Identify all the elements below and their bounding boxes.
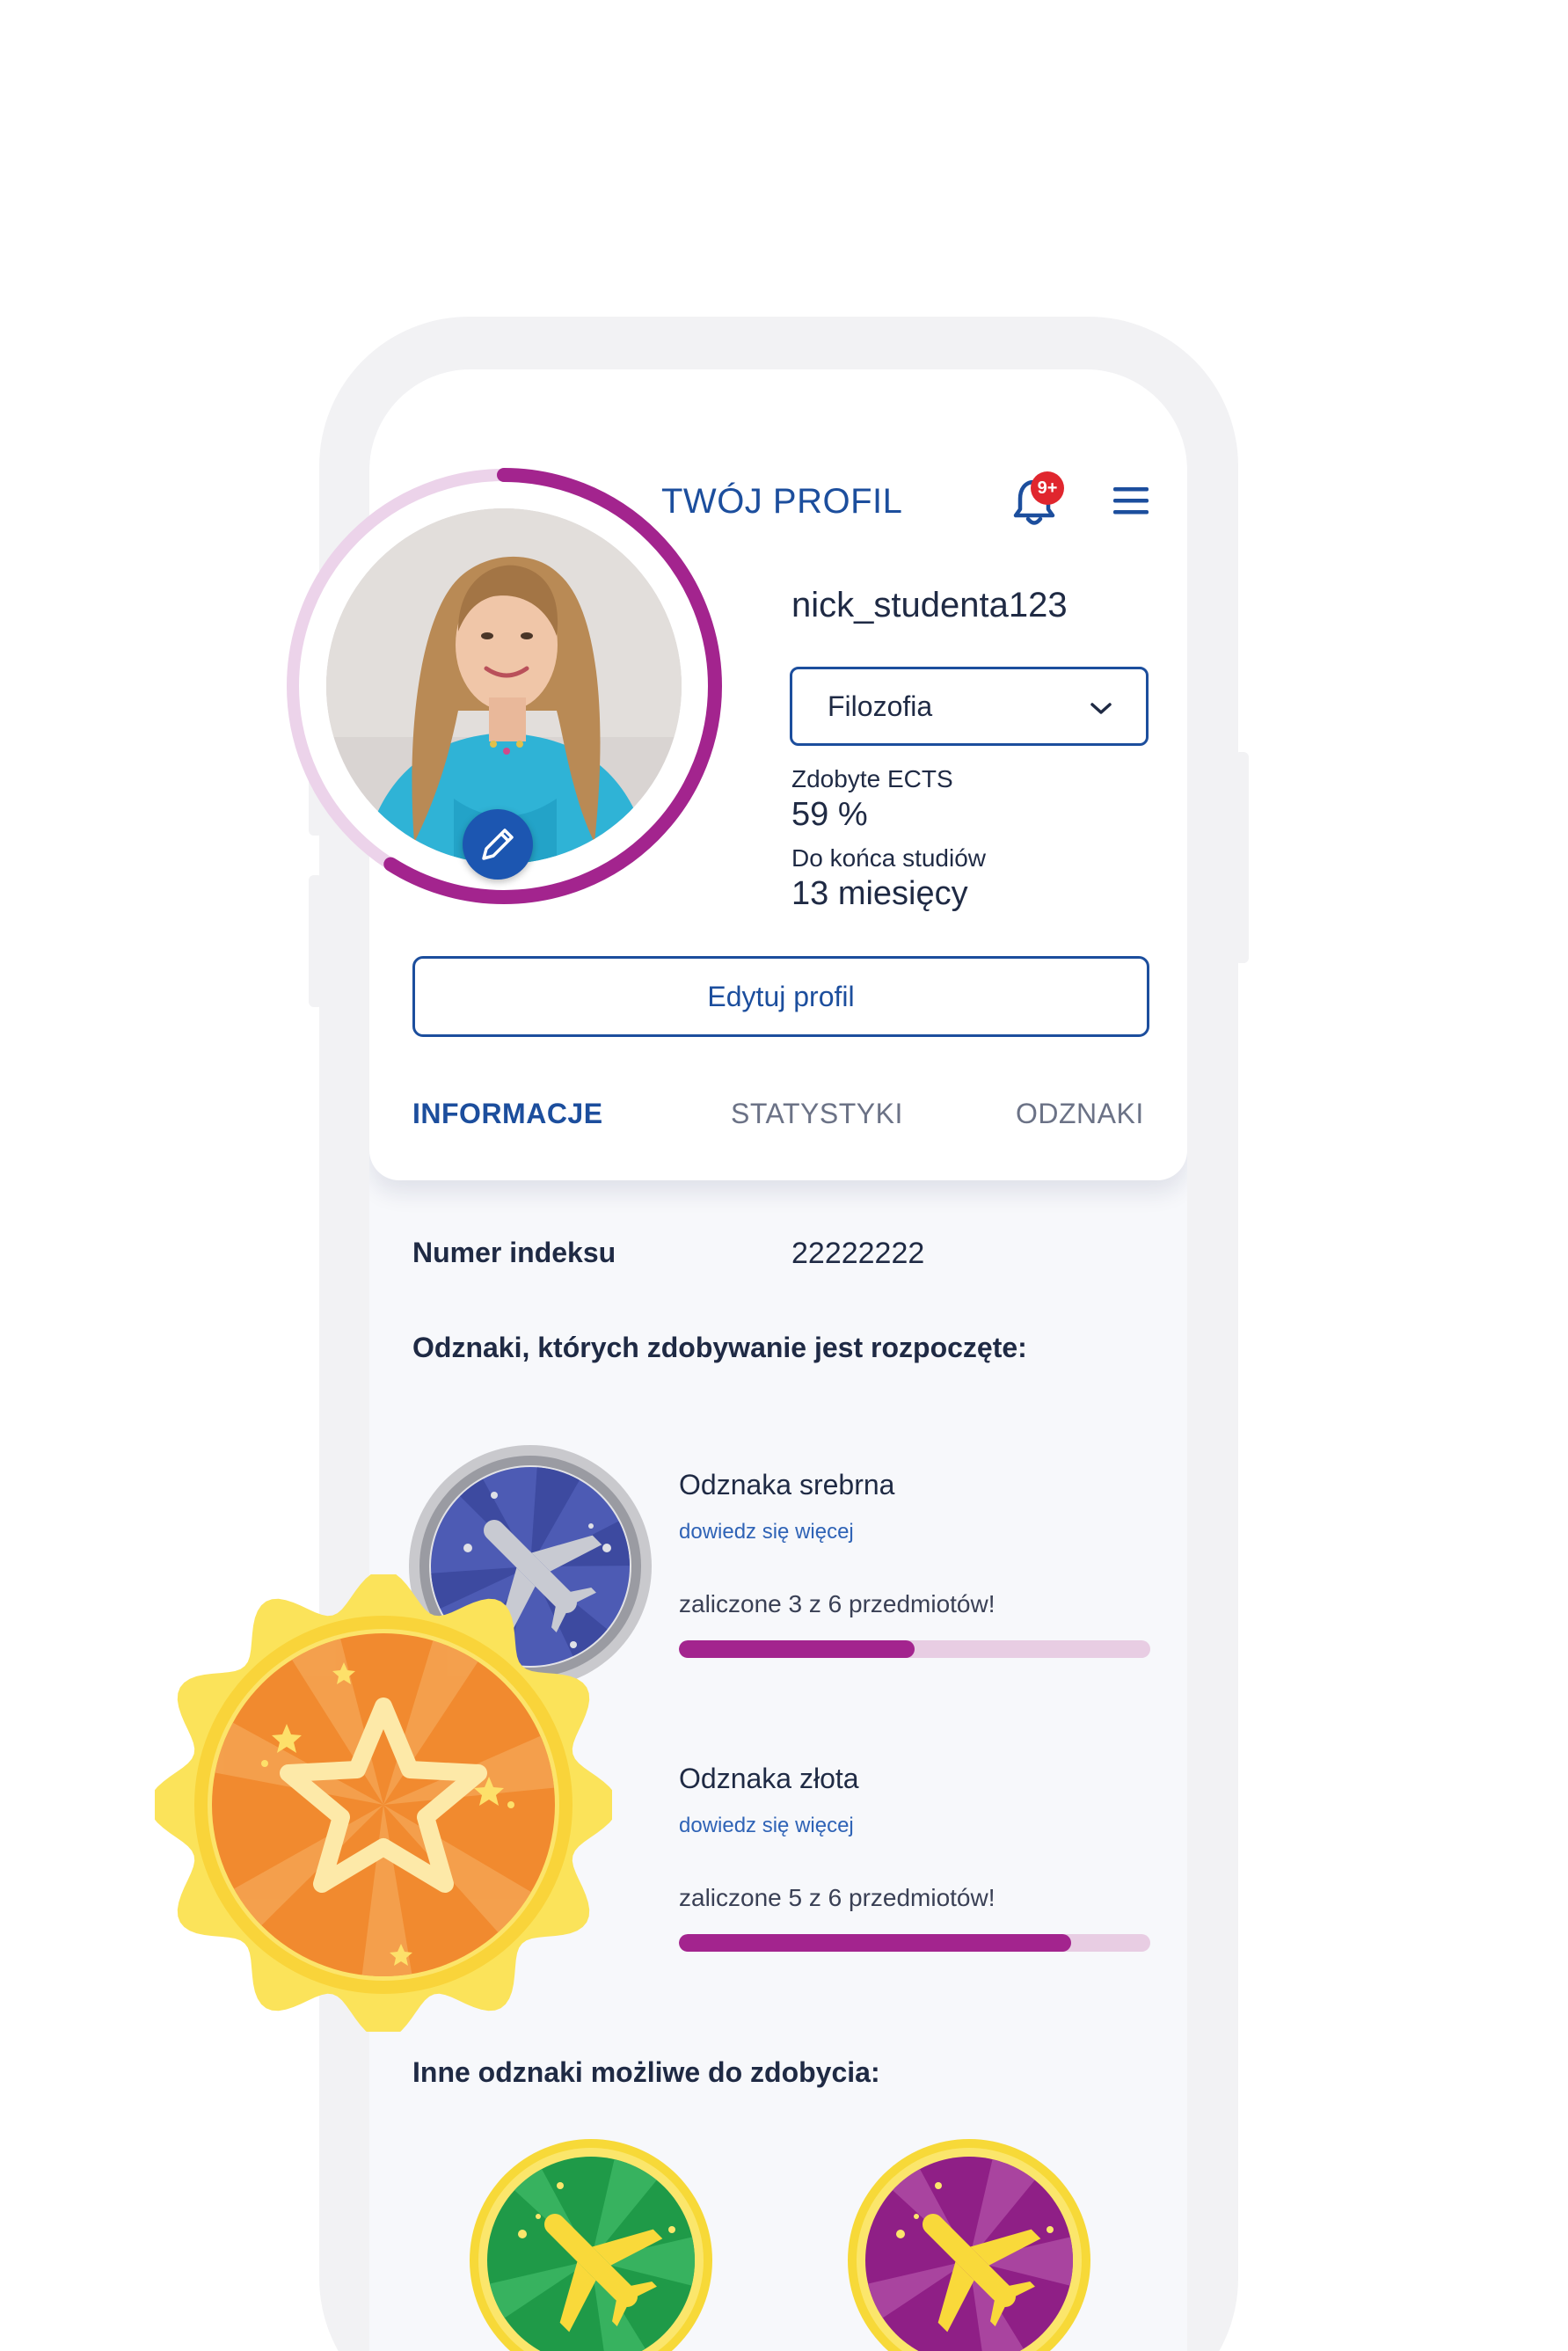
- field-of-study-select[interactable]: Filozofia: [790, 667, 1149, 746]
- green-plane-badge-icon: [470, 2139, 712, 2351]
- remaining-label: Do końca studiów: [791, 844, 987, 872]
- tab-statystyki[interactable]: STATYSTYKI: [731, 1098, 903, 1130]
- started-badges-heading: Odznaki, których zdobywanie jest rozpocz…: [412, 1332, 1027, 1363]
- hamburger-menu-icon[interactable]: [1112, 486, 1150, 515]
- progress-bar-fill: [679, 1640, 915, 1658]
- username: nick_studenta123: [791, 586, 1068, 624]
- select-value: Filozofia: [828, 690, 933, 722]
- app-canvas: TWÓJ PROFIL 9+ nick_studenta123 Filozofi…: [0, 0, 1568, 2351]
- gold-star-badge-icon: [155, 1574, 612, 2032]
- badge-progress-text: zaliczone 5 z 6 przedmiotów!: [679, 1884, 995, 1911]
- badge-title: Odznaka złota: [679, 1763, 859, 1794]
- index-value: 22222222: [791, 1237, 925, 1270]
- phone-power-button: [1235, 752, 1249, 963]
- tab-informacje[interactable]: INFORMACJE: [412, 1098, 603, 1130]
- progress-bar-fill: [679, 1934, 1072, 1952]
- progress-bar: [679, 1640, 1150, 1658]
- chevron-down-icon: [1090, 703, 1112, 714]
- badge-progress-text: zaliczone 3 z 6 przedmiotów!: [679, 1590, 995, 1617]
- learn-more-link[interactable]: dowiedz się więcej: [679, 1814, 854, 1838]
- ects-value: 59 %: [791, 796, 868, 833]
- ects-label: Zdobyte ECTS: [791, 765, 953, 792]
- notification-count-badge: 9+: [1031, 471, 1064, 505]
- tab-odznaki[interactable]: ODZNAKI: [1016, 1098, 1144, 1130]
- avatar: [280, 462, 728, 910]
- index-label: Numer indeksu: [412, 1237, 616, 1268]
- edit-avatar-button[interactable]: [463, 809, 533, 880]
- progress-bar: [679, 1934, 1150, 1952]
- other-badges-heading: Inne odznaki możliwe do zdobycia:: [412, 2056, 880, 2088]
- learn-more-link[interactable]: dowiedz się więcej: [679, 1520, 854, 1544]
- badge-title: Odznaka srebrna: [679, 1469, 895, 1500]
- purple-plane-badge-icon: [848, 2139, 1090, 2351]
- pencil-icon: [482, 829, 514, 860]
- edit-profile-button[interactable]: Edytuj profil: [412, 956, 1149, 1037]
- remaining-value: 13 miesięcy: [791, 875, 968, 912]
